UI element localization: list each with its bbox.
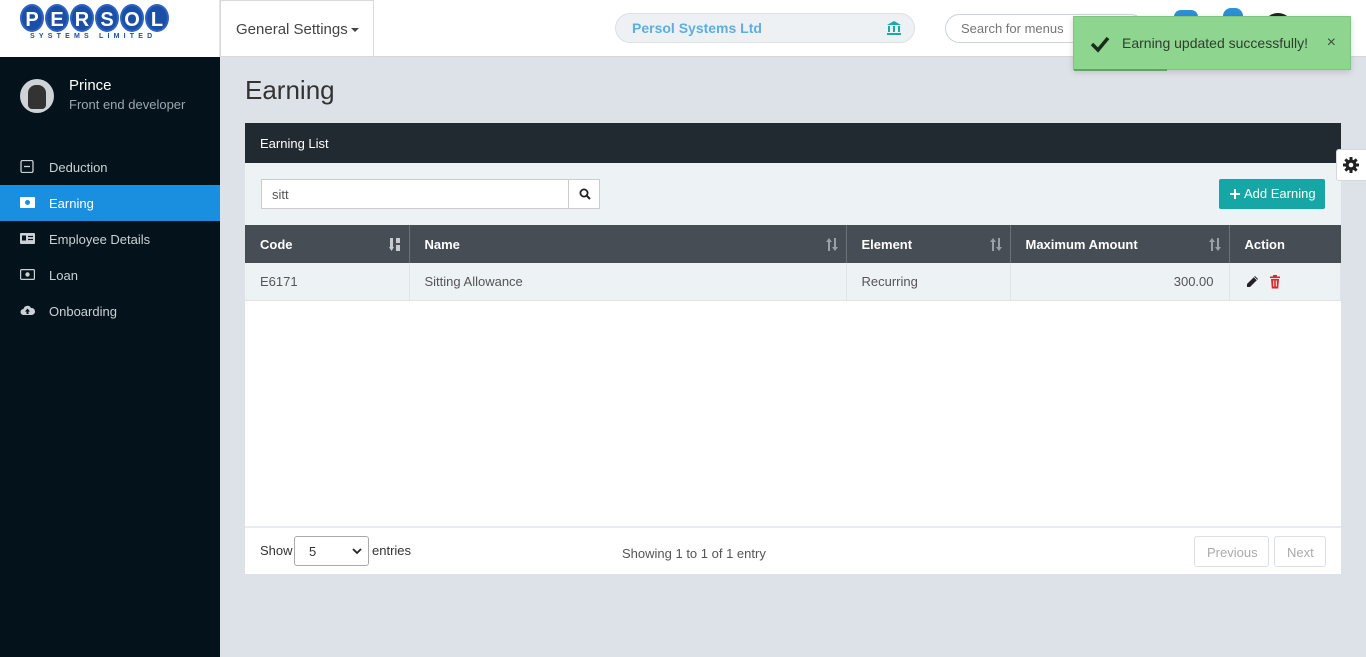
add-earning-label: Add Earning: [1244, 186, 1316, 201]
previous-page-button[interactable]: Previous: [1194, 536, 1269, 567]
general-settings-menu[interactable]: General Settings: [220, 0, 374, 57]
entries-label: entries: [372, 543, 412, 558]
toast-progress: [1074, 69, 1167, 71]
page-size-select[interactable]: 5: [294, 536, 369, 566]
table-header-row: Code Name Element Maximum Amount Action: [245, 225, 1341, 263]
logo-letter: L: [145, 4, 169, 32]
caret-down-icon: [350, 28, 359, 33]
company-selector[interactable]: Persol Systems Ltd: [615, 13, 915, 43]
column-header-label: Name: [424, 236, 460, 252]
page-title: Earning: [245, 75, 335, 105]
sidebar-item-label: Employee Details: [49, 232, 151, 247]
profile-role: Front end developer: [69, 97, 186, 112]
pagination-info: Showing 1 to 1 of 1 entry: [622, 546, 766, 561]
settings-panel-toggle[interactable]: [1336, 149, 1366, 181]
column-header-label: Action: [1244, 236, 1285, 252]
logo-wordmark: P E R S O L: [20, 4, 169, 32]
page-size-value: 5: [309, 544, 317, 559]
search-icon: [579, 188, 591, 200]
cell-max-amount: 300.00: [1010, 263, 1230, 301]
column-header-maximum-amount[interactable]: Maximum Amount: [1010, 225, 1230, 263]
sidebar-item-onboarding[interactable]: Onboarding: [0, 293, 220, 329]
sidebar: Prince Front end developer Deduction Ear…: [0, 57, 220, 657]
plus-icon: [1230, 189, 1240, 199]
company-name: Persol Systems Ltd: [632, 20, 762, 36]
money-icon: [20, 269, 35, 280]
sort-icon: [989, 238, 1002, 251]
cloud-upload-icon: [20, 305, 35, 315]
sidebar-item-label: Earning: [49, 196, 94, 211]
logo-letter: P: [20, 4, 44, 32]
check-icon: [1090, 36, 1110, 53]
card-title: Earning List: [245, 123, 1341, 163]
success-toast: Earning updated successfully! ×: [1073, 16, 1351, 71]
cell-code: E6171: [245, 263, 410, 301]
column-header-label: Maximum Amount: [1025, 236, 1138, 252]
filter-search-button[interactable]: [568, 179, 600, 209]
column-header-code[interactable]: Code: [245, 225, 410, 263]
filter-input[interactable]: [261, 179, 569, 209]
sidebar-item-earning[interactable]: Earning: [0, 185, 220, 221]
column-header-name[interactable]: Name: [409, 225, 847, 263]
sidebar-item-label: Loan: [49, 268, 78, 283]
close-icon[interactable]: ×: [1327, 34, 1336, 52]
sidebar-item-label: Onboarding: [49, 304, 117, 319]
cell-element: Recurring: [846, 263, 1011, 301]
delete-icon[interactable]: [1268, 275, 1282, 289]
sidebar-nav: Deduction Earning Employee Details Loan …: [0, 149, 220, 329]
column-header-element[interactable]: Element: [846, 225, 1011, 263]
column-header-label: Element: [861, 236, 913, 252]
money-icon: [20, 197, 35, 208]
sidebar-item-loan[interactable]: Loan: [0, 257, 220, 293]
sidebar-item-label: Deduction: [49, 160, 108, 175]
table-row: E6171 Sitting Allowance Recurring 300.00: [245, 263, 1341, 301]
brand-logo[interactable]: P E R S O L SYSTEMS LIMITED: [0, 0, 220, 57]
sort-asc-icon: [388, 238, 400, 251]
avatar: [20, 79, 54, 113]
sidebar-item-deduction[interactable]: Deduction: [0, 149, 220, 185]
sort-icon: [825, 238, 838, 251]
cell-actions: [1229, 263, 1341, 301]
earning-table: Code Name Element Maximum Amount Action …: [245, 225, 1341, 301]
column-header-action: Action: [1229, 225, 1341, 263]
gear-icon: [1343, 157, 1359, 173]
general-settings-label: General Settings: [236, 21, 348, 38]
logo-letter: O: [120, 4, 144, 32]
next-page-button[interactable]: Next: [1274, 536, 1326, 567]
cell-name: Sitting Allowance: [409, 263, 847, 301]
column-header-label: Code: [260, 236, 293, 252]
add-earning-button[interactable]: Add Earning: [1219, 179, 1325, 209]
edit-icon[interactable]: [1245, 275, 1259, 289]
minus-square-icon: [20, 160, 34, 173]
show-label: Show: [260, 543, 293, 558]
chevron-down-icon: [352, 548, 362, 555]
logo-subtitle: SYSTEMS LIMITED: [30, 33, 157, 40]
id-card-icon: [20, 233, 35, 244]
sidebar-item-employee-details[interactable]: Employee Details: [0, 221, 220, 257]
sort-icon: [1208, 238, 1221, 251]
toast-message: Earning updated successfully!: [1122, 35, 1308, 51]
logo-letter: E: [45, 4, 69, 32]
table-toolbar: Add Earning: [245, 163, 1341, 225]
table-footer: Show 5 entries Showing 1 to 1 of 1 entry…: [245, 526, 1341, 574]
logo-letter: S: [95, 4, 119, 32]
profile-name: Prince: [69, 77, 112, 94]
earning-list-card: Earning List Add Earning Code: [245, 123, 1341, 574]
logo-letter: R: [70, 4, 94, 32]
bank-icon: [887, 21, 901, 35]
